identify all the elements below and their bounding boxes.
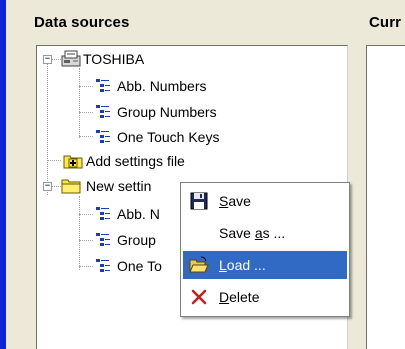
tree-line [47, 160, 61, 162]
tree-line [79, 68, 81, 138]
tree-node-abb-numbers[interactable]: Abb. N [95, 204, 162, 224]
tree-line [51, 59, 61, 61]
tree-node-label: Abb. N [117, 206, 160, 222]
panel-title: Data sources [34, 14, 130, 31]
context-menu: Save Save as ... Load ... Delete [180, 182, 350, 317]
tree-line [79, 136, 93, 138]
tree-line [79, 196, 81, 270]
tree-node-label: Add settings file [86, 153, 185, 169]
tree-line [47, 59, 49, 195]
add-folder-icon [63, 155, 83, 169]
tree-node-one-touch-keys[interactable]: One To [95, 256, 164, 276]
collapse-toshiba-toggle[interactable]: − [43, 55, 52, 64]
tree-node-group-numbers[interactable]: Group Numbers [95, 102, 219, 122]
tree-line [79, 112, 93, 114]
folder-icon [61, 179, 81, 194]
tree-node-label: One To [117, 258, 162, 274]
menu-item-load[interactable]: Load ... [183, 251, 347, 279]
phonebook-list-icon [96, 105, 110, 118]
tree-node-abb-numbers[interactable]: Abb. Numbers [95, 76, 208, 96]
menu-item-label: Save as ... [219, 225, 286, 241]
phonebook-list-icon [96, 259, 110, 272]
phonebook-list-icon [96, 207, 110, 220]
menu-item-label: Save [219, 193, 251, 209]
tree-line [79, 86, 93, 88]
phonebook-list-icon [96, 130, 110, 143]
menu-item-label: Delete [219, 289, 260, 305]
tree-node-label: Abb. Numbers [117, 78, 207, 94]
menu-item-save-as[interactable]: Save as ... [183, 219, 347, 247]
tree-node-label: TOSHIBA [83, 51, 145, 67]
tree-line [79, 240, 93, 242]
tree-node-label: Group [117, 232, 156, 248]
phonebook-list-icon [96, 79, 110, 92]
tree-node-add-settings-file[interactable]: Add settings file [63, 151, 187, 171]
delete-x-icon [191, 289, 207, 305]
tree-line [79, 214, 93, 216]
tree-node-toshiba[interactable]: TOSHIBA [61, 49, 146, 69]
current-panel-box [366, 45, 405, 349]
tree-line [79, 266, 93, 268]
floppy-disk-icon [190, 192, 208, 210]
phonebook-list-icon [96, 233, 110, 246]
menu-item-label: Load ... [219, 257, 266, 273]
tree-node-group-numbers[interactable]: Group [95, 230, 158, 250]
tree-node-label: New settin [86, 178, 152, 194]
current-panel-title: Curr [369, 14, 402, 31]
tree-node-new-settings[interactable]: New settin [61, 176, 153, 196]
open-folder-icon [189, 256, 209, 273]
menu-item-delete[interactable]: Delete [183, 283, 347, 311]
tree-node-label: One Touch Keys [117, 129, 220, 145]
menu-item-save[interactable]: Save [183, 187, 347, 215]
tree-node-label: Group Numbers [117, 104, 217, 120]
tree-line [51, 186, 61, 188]
tree-node-one-touch-keys[interactable]: One Touch Keys [95, 127, 221, 147]
fax-machine-icon [61, 50, 81, 67]
collapse-new-settings-toggle[interactable]: − [43, 182, 52, 191]
